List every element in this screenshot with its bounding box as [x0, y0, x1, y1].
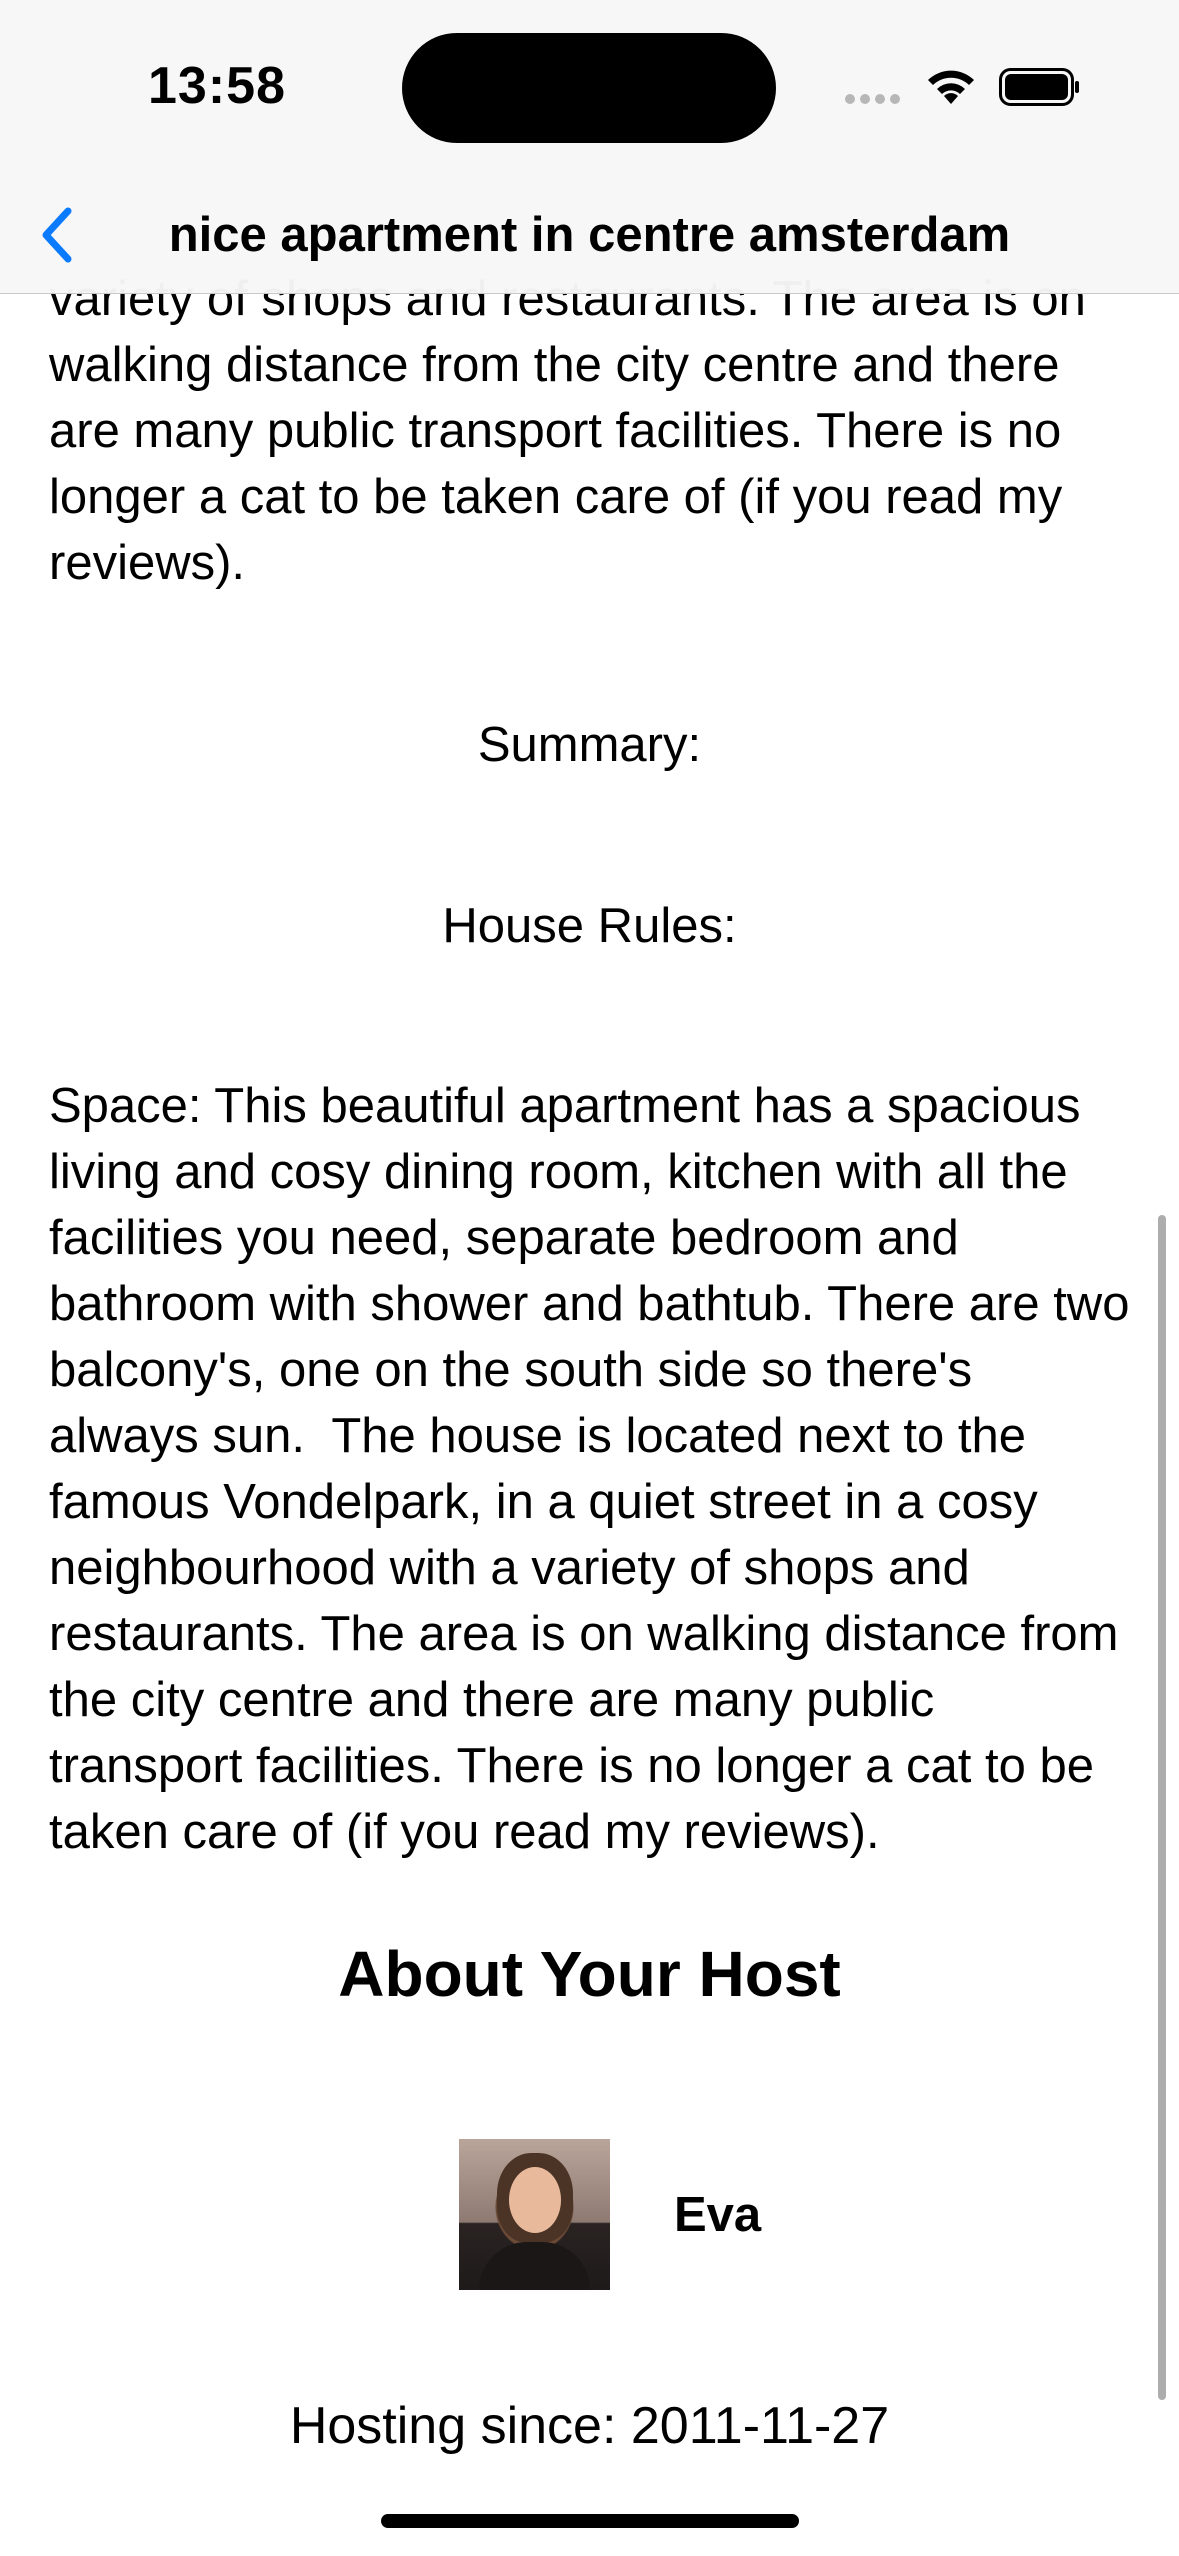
about-host-heading: About Your Host	[338, 1938, 841, 2010]
wifi-icon	[928, 70, 974, 104]
chevron-left-icon	[42, 207, 72, 263]
status-time: 13:58	[148, 57, 286, 115]
home-indicator[interactable]	[381, 2514, 799, 2528]
house-rules-label: House Rules:	[442, 899, 737, 953]
hosting-since-text: Hosting since: 2011-11-27	[289, 2397, 890, 2455]
space-paragraph: Space: This beautiful apartment has a sp…	[49, 1079, 1144, 1859]
listing-detail-scroll-view[interactable]: variety of shops and restaurants. The ar…	[0, 0, 1179, 2556]
host-avatar	[459, 2139, 610, 2290]
scroll-indicator[interactable]	[1158, 1215, 1166, 2400]
dynamic-island	[402, 33, 776, 143]
description-paragraph: variety of shops and restaurants. The ar…	[49, 272, 1100, 590]
back-button[interactable]	[20, 195, 96, 275]
cellular-signal-icon	[845, 94, 900, 104]
host-name: Eva	[674, 2187, 762, 2242]
nav-title: nice apartment in centre amsterdam	[168, 208, 1011, 262]
status-bar: 13:58	[0, 0, 1179, 177]
screen: variety of shops and restaurants. The ar…	[0, 0, 1179, 2556]
summary-label: Summary:	[477, 718, 702, 772]
battery-icon	[999, 68, 1079, 106]
host-row[interactable]: Eva	[459, 2139, 761, 2290]
navigation-bar: nice apartment in centre amsterdam	[0, 177, 1179, 294]
